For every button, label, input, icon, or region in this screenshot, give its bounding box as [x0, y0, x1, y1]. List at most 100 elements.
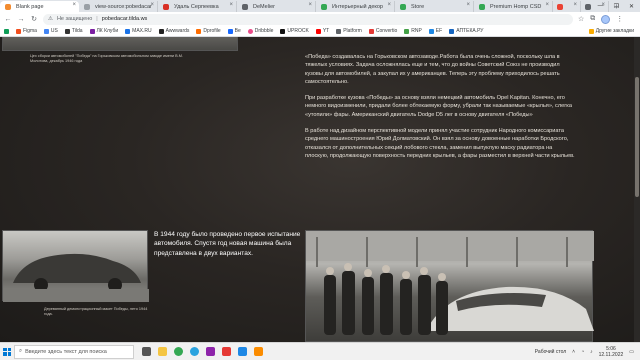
menu-icon[interactable]: ⋮	[616, 15, 623, 23]
tab-favicon	[5, 4, 11, 10]
app-icon[interactable]	[238, 347, 247, 356]
volume-icon[interactable]: ♪	[590, 349, 593, 355]
desktop-label[interactable]: Рабочий стол	[535, 349, 566, 355]
star-icon[interactable]: ☆	[578, 15, 584, 23]
other-bookmarks[interactable]: Другие закладки	[588, 28, 640, 34]
history-text: «Победа» создавалась на Горьковском авто…	[305, 53, 577, 168]
tab-udal[interactable]: Удаль Серпеевка ×	[158, 1, 237, 12]
bookmark-icon	[368, 28, 374, 34]
close-icon[interactable]: ×	[229, 2, 233, 8]
bookmark-icon	[43, 28, 49, 34]
telegram-icon[interactable]	[190, 347, 199, 356]
bookmark-youtube[interactable]: YT	[315, 28, 329, 34]
close-icon[interactable]: ×	[150, 2, 154, 8]
back-icon[interactable]: ←	[4, 16, 12, 23]
tab-demelier[interactable]: DeMelier ×	[237, 1, 316, 12]
paragraph-gaz: «Победа» создавалась на Горьковском авто…	[305, 54, 560, 85]
bookmark-figma[interactable]: Figma	[16, 28, 37, 34]
close-icon[interactable]: ×	[573, 2, 577, 8]
bookmark-awwwards[interactable]: Awwwards	[158, 28, 190, 34]
bookmark-ef[interactable]: EF	[428, 28, 442, 34]
tab-favicon	[479, 4, 485, 10]
bookmark-label: Awwwards	[165, 28, 190, 34]
bookmark-uprock[interactable]: UPROCK	[280, 28, 309, 34]
avatar[interactable]	[601, 14, 611, 24]
bookmark-lk-club[interactable]: ЛК Клуби	[89, 28, 119, 34]
extensions-icon[interactable]: ⧉	[590, 15, 595, 23]
chevron-up-icon[interactable]: ˄	[572, 349, 575, 355]
tab-favicon	[557, 4, 563, 10]
warning-icon[interactable]: ⚠	[48, 16, 53, 22]
close-icon[interactable]: ×	[72, 2, 76, 8]
bookmark-rnp[interactable]: RNP	[404, 28, 422, 34]
scrollbar-thumb[interactable]	[635, 77, 639, 197]
bookmark-label: Platform	[343, 28, 362, 34]
clock[interactable]: 5:06 12.11.2022	[599, 346, 624, 358]
bookmark-label: ЛК Клуби	[96, 28, 119, 34]
bookmark-icon	[336, 28, 342, 34]
bookmark-tilda[interactable]: Tilda	[64, 28, 83, 34]
app-icon[interactable]	[254, 347, 263, 356]
bookmark-dribbble[interactable]: Dribbble	[247, 28, 274, 34]
apps-icon	[4, 28, 9, 34]
taskbar-search-input[interactable]: ⌕ Введите здесь текст для поиска	[14, 344, 134, 359]
folder-icon	[588, 28, 594, 34]
tilda-icon	[64, 28, 70, 34]
tab-strip: Blank page × view-source:pobedacar × Уда…	[0, 0, 640, 12]
bookmark-icon	[280, 28, 286, 34]
bookmark-us[interactable]: US	[43, 28, 58, 34]
forward-icon[interactable]: →	[17, 16, 25, 23]
window-controls: — ❐ ✕	[598, 0, 638, 12]
tab-pinned-1[interactable]: ×	[553, 1, 581, 12]
tab-view-source[interactable]: view-source:pobedacar ×	[79, 1, 158, 12]
factory-scene	[306, 231, 594, 335]
factory-photo	[2, 37, 238, 51]
app-icon[interactable]	[206, 347, 215, 356]
bookmark-behance[interactable]: Be	[227, 28, 241, 34]
close-icon[interactable]: ×	[466, 2, 470, 8]
tab-label: Premium Homp CSD	[490, 3, 542, 10]
close-icon[interactable]: ×	[545, 2, 549, 8]
bookmark-label: Другие закладки	[595, 28, 634, 34]
bookmark-icon	[449, 28, 455, 34]
top-photo-caption: Цех сборки автомобилей "Победа" на Горьк…	[30, 54, 183, 63]
notifications-icon[interactable]: ▭	[629, 349, 634, 355]
bookmark-apteka[interactable]: АПТЕКА.РУ	[449, 28, 484, 34]
network-icon[interactable]: ◔	[581, 349, 584, 355]
tab-store[interactable]: Store ×	[395, 1, 474, 12]
system-tray: Рабочий стол ˄ ◔ ♪ 5:06 12.11.2022 ▭	[535, 346, 640, 358]
address-input[interactable]: ⚠ Не защищено | pobedacar.tilda.ws	[43, 13, 573, 25]
close-window-icon[interactable]: ✕	[629, 3, 634, 10]
bookmark-convertio[interactable]: Convertio	[368, 28, 397, 34]
minimize-icon[interactable]: —	[598, 3, 604, 9]
start-button[interactable]	[0, 343, 14, 360]
bookmark-apps[interactable]	[4, 28, 9, 34]
tab-premium[interactable]: Premium Homp CSD ×	[474, 1, 553, 12]
maximize-icon[interactable]: ❐	[614, 3, 619, 10]
close-icon[interactable]: ×	[387, 2, 391, 8]
tab-favicon	[242, 4, 248, 10]
app-icon[interactable]	[222, 347, 231, 356]
tab-favicon	[321, 4, 327, 10]
bookmark-max[interactable]: MAX.RU	[125, 28, 152, 34]
year-1944-text: В 1944 году было проведено первое испыта…	[154, 231, 301, 257]
page-content: Цех сборки автомобилей "Победа" на Горьк…	[0, 37, 640, 342]
explorer-icon[interactable]	[158, 347, 167, 356]
task-view-icon[interactable]	[142, 347, 151, 356]
reload-icon[interactable]: ↻	[30, 15, 38, 23]
tab-blank-page[interactable]: Blank page ×	[0, 1, 79, 12]
tab-favicon	[400, 4, 406, 10]
page-scrollbar[interactable]	[634, 37, 640, 342]
chrome-icon[interactable]	[174, 347, 183, 356]
paragraph-dolmatovsky: В работе над дизайном перспективной моде…	[305, 128, 575, 159]
taskbar-apps	[134, 347, 263, 356]
security-label: Не защищено	[56, 16, 93, 22]
bookmark-label: Dribbble	[254, 28, 274, 34]
bookmark-platform[interactable]: Platform	[336, 28, 362, 34]
tab-interior-decor[interactable]: Интерьерный декор ×	[316, 1, 395, 12]
close-icon[interactable]: ×	[308, 2, 312, 8]
bookmark-dprofile[interactable]: Dprofile	[196, 28, 221, 34]
paragraph-opel: При разработке кузова «Победы» за основу…	[305, 95, 572, 118]
tab-favicon	[163, 4, 169, 10]
bookmark-label: Be	[234, 28, 241, 34]
